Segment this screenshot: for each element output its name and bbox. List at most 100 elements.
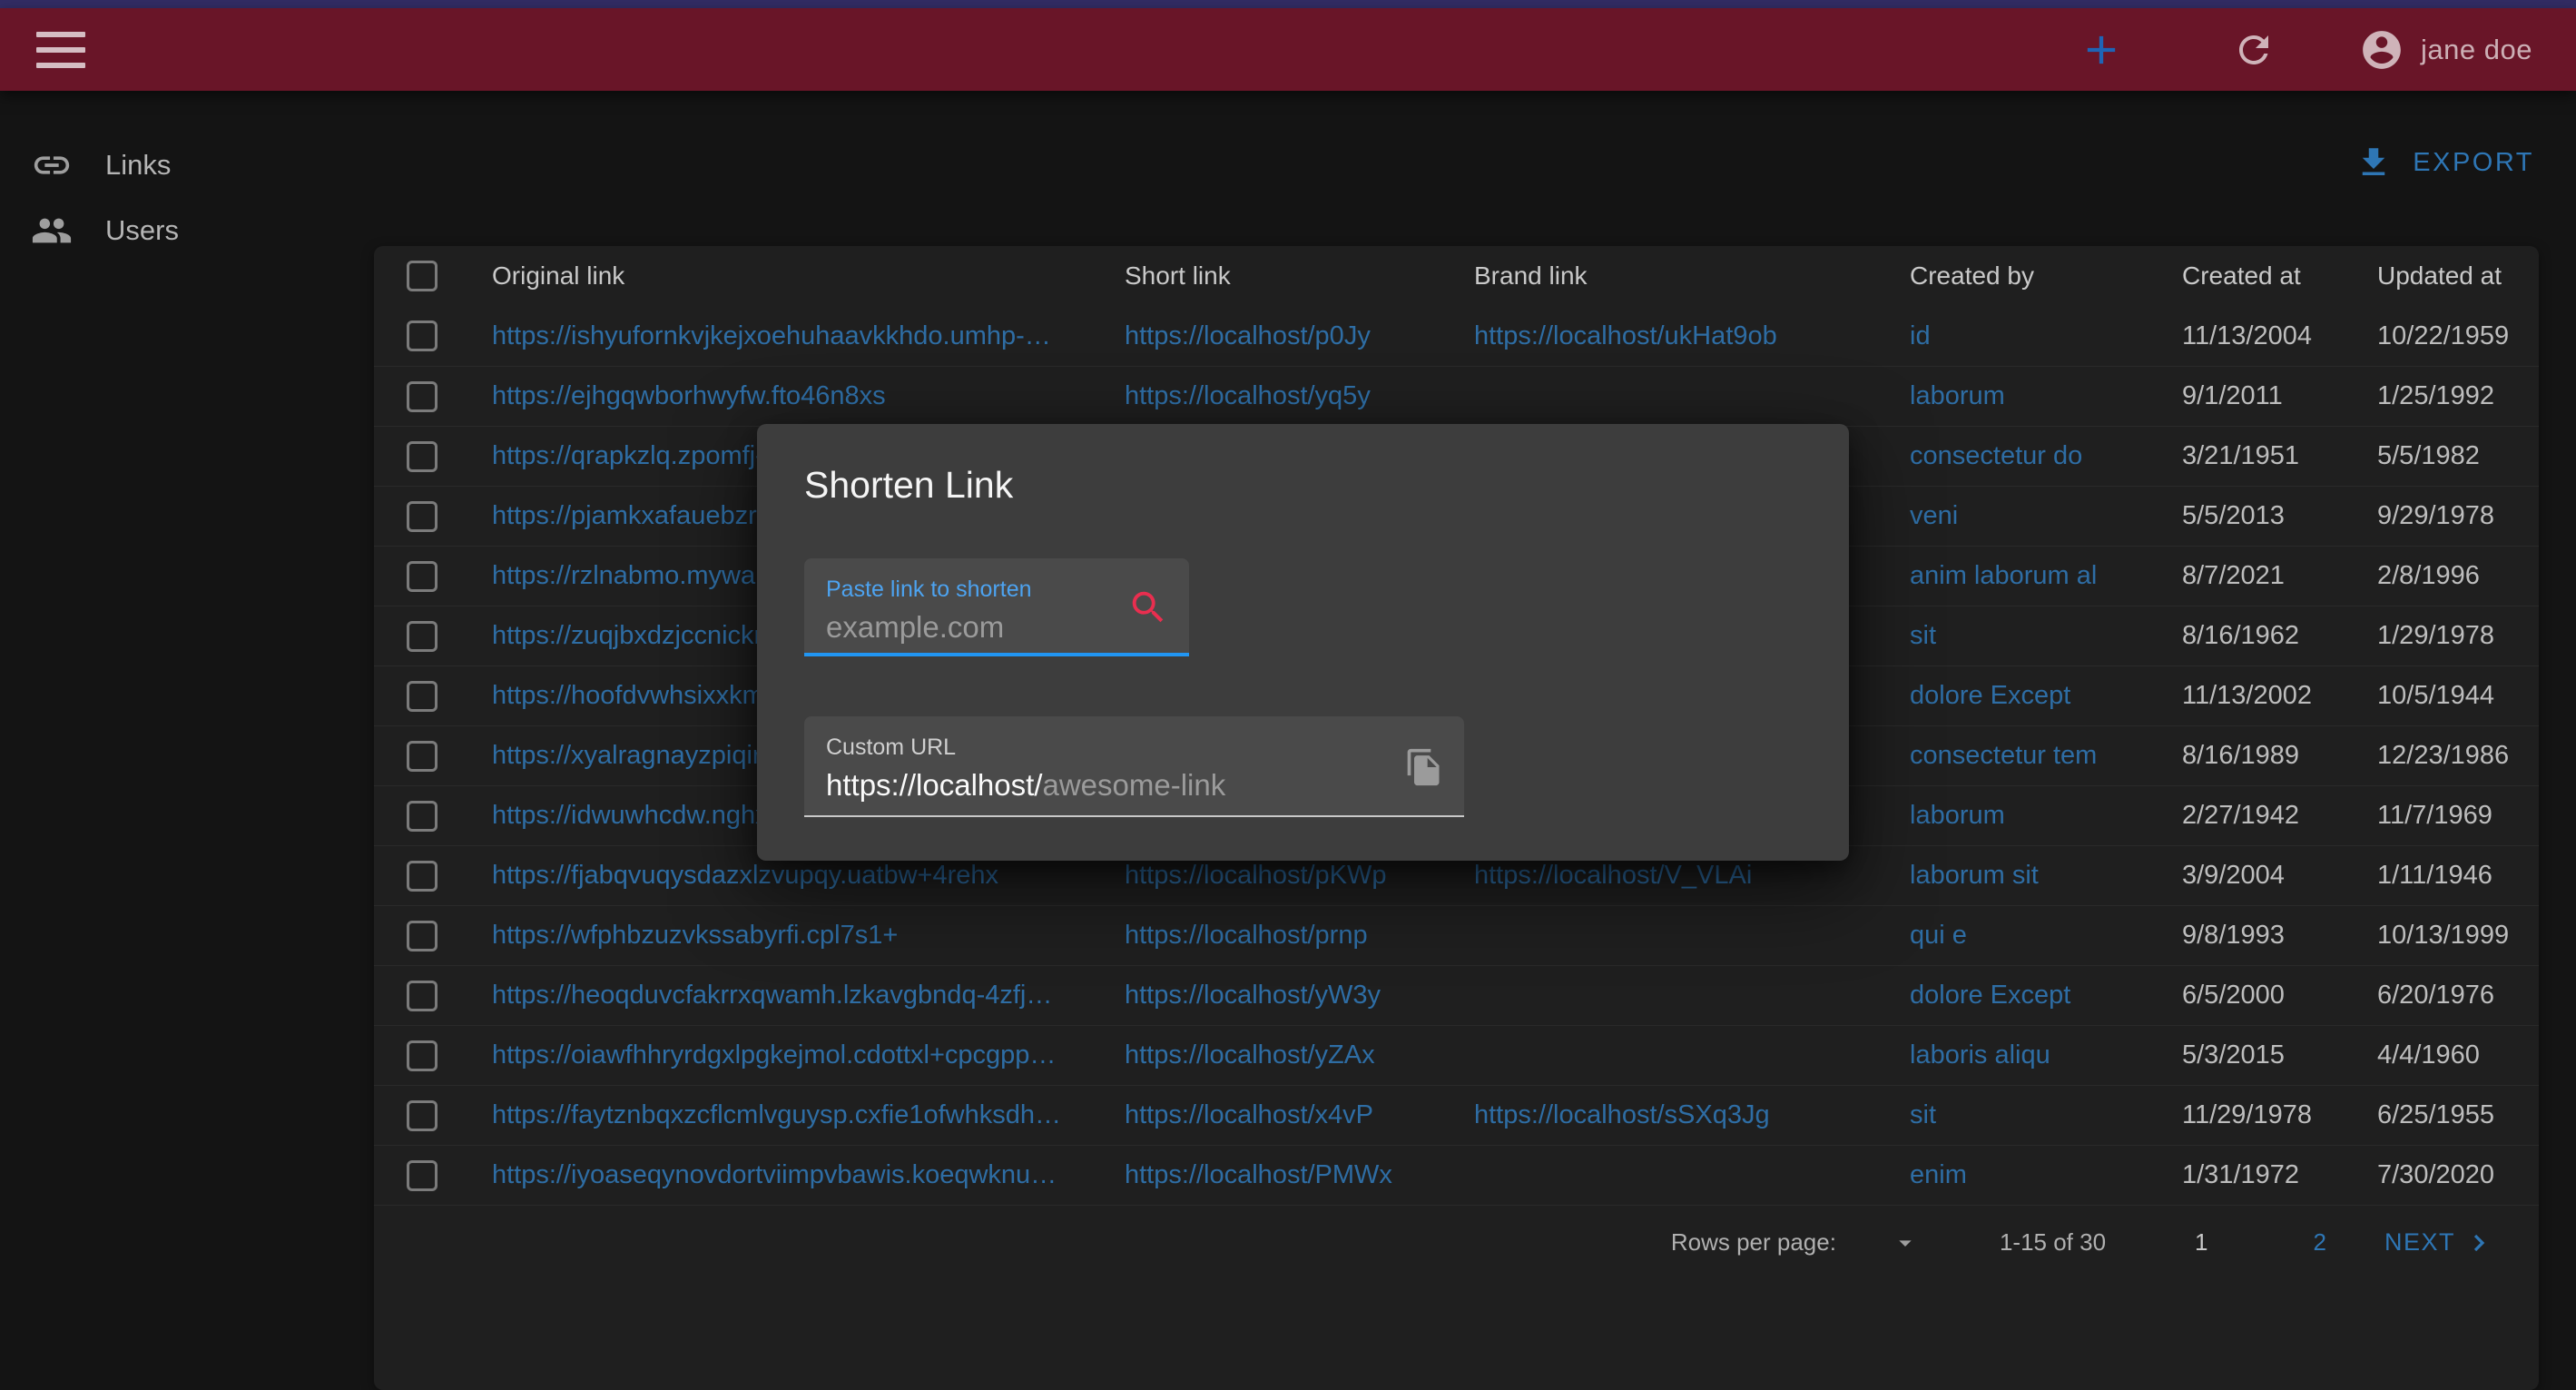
row-checkbox[interactable] [407,561,438,592]
table-row: https://faytznbqxzcflcmlvguysp.cxfie1ofw… [374,1085,2539,1145]
page-button-2[interactable]: 2 [2314,1228,2326,1257]
input-underline [804,815,1464,817]
original-link[interactable]: https://iyoaseqynovdortviimpvbawis.koeqw… [472,1160,1105,1190]
row-checkbox[interactable] [407,621,438,652]
created-by-link[interactable]: dolore Except [1890,981,2162,1010]
custom-url-value: https://localhost/awesome-link [826,768,1225,803]
dropdown-arrow-icon [1891,1228,1920,1257]
focus-underline [804,653,1189,656]
account-icon[interactable] [2359,27,2404,73]
paste-link-placeholder: example.com [826,610,1004,645]
row-checkbox[interactable] [407,381,438,412]
row-checkbox[interactable] [407,861,438,892]
updated-at: 4/4/1960 [2357,1040,2539,1070]
add-link-icon[interactable] [2078,26,2125,74]
created-by-link[interactable]: laborum [1890,381,2162,411]
created-at: 1/31/1972 [2162,1160,2357,1190]
updated-at: 2/8/1996 [2357,561,2539,591]
created-by-link[interactable]: qui e [1890,921,2162,951]
row-checkbox[interactable] [407,1160,438,1191]
export-button[interactable]: EXPORT [2355,143,2534,182]
search-icon[interactable] [1127,587,1169,628]
export-label: EXPORT [2413,148,2534,178]
original-link[interactable]: https://heoqduvcfakrrxqwamh.lzkavgbndq-4… [472,981,1105,1010]
created-by-link[interactable]: anim laborum al [1890,561,2162,591]
refresh-icon[interactable] [2232,28,2276,72]
created-by-link[interactable]: sit [1890,1100,2162,1130]
row-checkbox[interactable] [407,441,438,472]
updated-at: 1/29/1978 [2357,621,2539,651]
download-icon [2355,143,2393,182]
created-by-link[interactable]: laboris aliqu [1890,1040,2162,1070]
brand-link[interactable]: https://localhost/V_VLAi [1454,861,1890,891]
original-link[interactable]: https://ejhgqwborhwyfw.fto46n8xs [472,381,1105,411]
row-checkbox[interactable] [407,1100,438,1131]
created-by-link[interactable]: laborum [1890,801,2162,831]
row-checkbox[interactable] [407,681,438,712]
short-link[interactable]: https://localhost/yq5y [1105,381,1454,411]
updated-at: 10/22/1959 [2357,321,2539,351]
select-all-checkbox[interactable] [407,261,438,291]
created-by-link[interactable]: consectetur do [1890,441,2162,471]
created-by-link[interactable]: laborum sit [1890,861,2162,891]
created-at: 3/9/2004 [2162,861,2357,891]
created-by-link[interactable]: dolore Except [1890,681,2162,711]
page-button-1[interactable]: 1 [2195,1228,2207,1257]
original-link[interactable]: https://oiawfhhryrdgxlpgkejmol.cdottxl+c… [472,1040,1105,1070]
created-at: 8/7/2021 [2162,561,2357,591]
created-by-link[interactable]: veni [1890,501,2162,531]
short-link[interactable]: https://localhost/yW3y [1105,981,1454,1010]
updated-at: 10/5/1944 [2357,681,2539,711]
menu-icon[interactable] [36,32,85,68]
row-checkbox[interactable] [407,1040,438,1071]
row-checkbox[interactable] [407,320,438,351]
short-link[interactable]: https://localhost/yZAx [1105,1040,1454,1070]
sidebar-item-label: Links [105,149,171,182]
created-by-link[interactable]: id [1890,321,2162,351]
row-checkbox[interactable] [407,921,438,951]
row-checkbox[interactable] [407,501,438,532]
copy-icon[interactable] [1404,747,1444,787]
next-page-button[interactable]: NEXT [2384,1228,2493,1257]
dialog-title: Shorten Link [804,464,1013,507]
sidebar-item-links[interactable]: Links [0,133,374,198]
original-link[interactable]: https://wfphbzuzvkssabyrfi.cpl7s1+ [472,921,1105,951]
shorten-link-dialog: Shorten Link Paste link to shorten examp… [757,424,1849,861]
updated-at: 1/25/1992 [2357,381,2539,411]
chevron-right-icon [2464,1228,2493,1257]
original-link[interactable]: https://ishyufornkvjkejxoehuhaavkkhdo.um… [472,321,1105,351]
updated-at: 6/25/1955 [2357,1100,2539,1130]
short-link[interactable]: https://localhost/PMWx [1105,1160,1454,1190]
row-checkbox[interactable] [407,981,438,1011]
sidebar: Links Users [0,91,374,1280]
created-by-link[interactable]: sit [1890,621,2162,651]
brand-link[interactable]: https://localhost/ukHat9ob [1454,321,1890,351]
column-header: Created at [2162,261,2357,291]
short-link[interactable]: https://localhost/pKWp [1105,861,1454,891]
paste-link-input[interactable]: Paste link to shorten example.com [804,558,1189,656]
original-link[interactable]: https://faytznbqxzcflcmlvguysp.cxfie1ofw… [472,1100,1105,1130]
created-at: 5/3/2015 [2162,1040,2357,1070]
updated-at: 12/23/1986 [2357,741,2539,771]
rows-per-page-select[interactable] [1891,1228,1920,1257]
brand-link[interactable]: https://localhost/sSXq3Jg [1454,1100,1890,1130]
created-by-link[interactable]: consectetur tem [1890,741,2162,771]
created-at: 11/29/1978 [2162,1100,2357,1130]
pagination-range: 1-15 of 30 [2000,1228,2106,1257]
column-header: Updated at [2357,261,2539,291]
created-at: 8/16/1962 [2162,621,2357,651]
row-checkbox[interactable] [407,801,438,832]
created-by-link[interactable]: enim [1890,1160,2162,1190]
updated-at: 6/20/1976 [2357,981,2539,1010]
table-row: https://ishyufornkvjkejxoehuhaavkkhdo.um… [374,306,2539,366]
custom-url-input[interactable]: Custom URL https://localhost/awesome-lin… [804,716,1464,817]
short-link[interactable]: https://localhost/prnp [1105,921,1454,951]
short-link[interactable]: https://localhost/p0Jy [1105,321,1454,351]
original-link[interactable]: https://fjabqvuqysdazxlzvupqy.uatbw+4reh… [472,861,1105,891]
short-link[interactable]: https://localhost/x4vP [1105,1100,1454,1130]
sidebar-item-label: Users [105,214,179,247]
sidebar-item-users[interactable]: Users [0,198,374,263]
row-checkbox[interactable] [407,741,438,772]
paste-link-label: Paste link to shorten [826,577,1032,603]
updated-at: 5/5/1982 [2357,441,2539,471]
